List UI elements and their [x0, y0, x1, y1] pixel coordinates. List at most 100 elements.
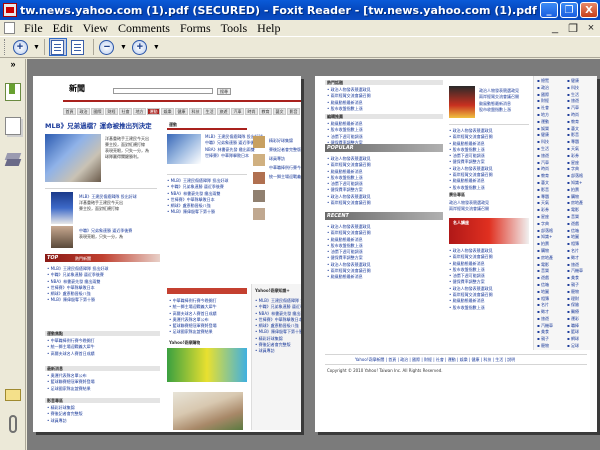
list-item: ▪ 社會	[537, 105, 549, 111]
list-item: • 統一獅主場迎戰義大犀牛	[169, 304, 217, 310]
story-text: 洋基重砲手王建民今天出	[79, 200, 123, 205]
toolbar-separator	[92, 39, 94, 55]
section-list: • 精彩好球集錦 • 賽後記者會完整版 • 球員專訪	[47, 405, 83, 424]
list-item: ▪ 教育	[567, 118, 579, 124]
list-item: ▪ 運彩	[567, 315, 579, 321]
pdf-page-1: 新聞 搜尋 首頁 政治 國際 財經 社會 地方 運動 娛樂 健康 科技 生活 旅遊 汽車 時尚 教育 藝文 影音…	[33, 76, 301, 432]
nav-tab: 運動	[147, 108, 160, 115]
menu-edit[interactable]: Edit	[48, 21, 78, 36]
copyright: Copyright © 2010 Yahoo! Taiwan Inc. All …	[327, 368, 443, 373]
list-item: • 兩岸經貿交流會議召開	[327, 93, 371, 99]
footer-rule	[325, 364, 587, 365]
doc-close-button[interactable]: ×	[582, 22, 600, 35]
center-list: • 政治人物發表競選政見 • 兩岸經貿交流會議召開 • 颱風動態最新消息 • 股市收盤…	[449, 248, 493, 311]
section-list: • 颱風動態最新消息 • 股市收盤指數上漲 • 油價下週可能調漲 • 健保費率調整方案	[327, 121, 363, 146]
comments-icon[interactable]	[5, 389, 21, 401]
list-item: 中華職棒例行賽今晚開打	[269, 165, 301, 170]
menu-comments[interactable]: Comments	[113, 21, 175, 36]
headline: MLB》兄弟過檔？運命被推出列決定	[45, 122, 152, 130]
recent-list: • 政治人物發表競選政見 • 兩岸經貿交流會議召開 • 颱風動態最新消息 • 股市收盤…	[327, 224, 371, 281]
list-item: 精彩好球集錦	[269, 138, 293, 143]
list-item: • 高爾夫球名人賽首日成績	[169, 310, 217, 316]
menu-view[interactable]: View	[78, 21, 113, 36]
bookmark-icon[interactable]	[5, 83, 21, 101]
nav-tab: 政治	[77, 108, 90, 115]
ad-title: 廣告專區	[449, 192, 465, 197]
expand-panel-button[interactable]: »	[0, 59, 26, 71]
top-news-list: • MLB》王建民傷癒歸隊 投出好球 • 中職》兄弟象連勝 逼近季後賽 • NBA》…	[47, 266, 108, 304]
list-item: ▪ 生活	[537, 145, 549, 151]
title-bar: tw.news.yahoo.com (1).pdf (SECURED) - Fo…	[0, 0, 600, 20]
list-item: • NBA》林書豪先發 繳出兩雙	[47, 278, 101, 284]
divider	[449, 124, 529, 125]
document-icon[interactable]	[4, 22, 15, 34]
zoom-dropdown[interactable]: ▼	[153, 44, 160, 51]
list-item: ▪ 旅遊	[537, 315, 549, 321]
list-item: • 中職》兄弟象連勝 逼近季後賽	[255, 304, 301, 310]
nav-tab: 汽車	[231, 108, 244, 115]
nav-tab: 健康	[175, 108, 188, 115]
list-item: ▪ 時尚	[567, 111, 579, 117]
section-title: 編輯推薦	[327, 114, 343, 119]
fit-page-button[interactable]	[69, 38, 87, 56]
list-item: ▪ 彩券	[567, 152, 579, 158]
toolbar-separator	[43, 39, 45, 55]
list-item: ▪ 徵才	[537, 309, 549, 315]
document-view[interactable]: 新聞 搜尋 首頁 政治 國際 財經 社會 地方 運動 娛樂 健康 科技 生活 旅遊 汽車 時尚 教育 藝文 影音…	[27, 59, 600, 450]
foxit-app-icon[interactable]	[3, 3, 17, 17]
list-item: ▪ 藝文	[537, 179, 549, 185]
right-nav-list: ▪ 健康 ▪ 科技 ▪ 生活 ▪ 旅遊 ▪ 汽車 ▪ 時尚 ▪ 教育 ▪ 藝文 ▪ 影音 ▪ 專題…	[567, 78, 583, 350]
list-item: ▪ 寵物	[537, 343, 549, 349]
attachment-icon[interactable]	[9, 415, 17, 433]
doc-minimize-button[interactable]: _	[546, 22, 564, 35]
zoom-out-button[interactable]: −	[98, 38, 116, 56]
list-item: • 兩岸經貿交流會議召開	[327, 162, 371, 168]
toolbar-grip[interactable]	[4, 39, 7, 55]
list-item: • 賽後記者會完整版	[47, 411, 83, 417]
zoom-in-dropdown[interactable]: ▼	[33, 44, 40, 51]
maximize-button[interactable]: ❐	[560, 2, 578, 18]
layers-icon[interactable]	[5, 151, 21, 169]
single-page-button[interactable]	[48, 38, 67, 56]
nav-tab: 社會	[119, 108, 132, 115]
list-item: ▪ 名片	[567, 247, 579, 253]
section-title: 熱門話題	[327, 80, 343, 85]
popular-list: • 政治人物發表競選政見 • 兩岸經貿交流會議召開 • 颱風動態最新消息 • 股市收盤…	[327, 156, 371, 206]
list-item: 股市收盤指數上漲	[479, 106, 511, 112]
section-title: 最新消息	[47, 366, 63, 371]
fit-page-icon	[71, 39, 85, 55]
list-item: ▪ 部落格	[567, 173, 583, 179]
list-item: • 球員專訪	[47, 417, 67, 423]
divider	[45, 188, 157, 189]
right-list: • MLB》王建民傷癒歸隊 投出好球• 中職》兄弟象連勝 逼近季後賽• NBA》…	[255, 298, 301, 355]
list-item: ▪ 信箱	[537, 281, 549, 287]
menu-file[interactable]: File	[19, 21, 48, 36]
story-link: MLB》王建民傷癒歸隊 投出好球	[79, 194, 137, 199]
list-item: ▪ 科技	[537, 139, 549, 145]
menu-tools[interactable]: Tools	[216, 21, 253, 36]
center-list: • MLB》王建民傷癒歸隊 投出好球 • 中職》兄弟象連勝 逼近季後賽 • NBA》…	[167, 178, 228, 216]
list-item: 統一獅主場迎戰義大犀牛	[269, 174, 301, 179]
list-item: ▪ 彩券	[537, 207, 549, 213]
list-item: ▪ 影音	[537, 186, 549, 192]
list-item: ▪ 運動	[537, 118, 549, 124]
story-link: 中職》兄弟象連勝 逼近季後賽	[79, 228, 133, 233]
list-item: ▪ 地方	[537, 111, 549, 117]
list-item: • 中職》兄弟象連勝 逼近季後賽	[167, 184, 224, 190]
doc-restore-button[interactable]: ❐	[564, 22, 582, 35]
magazine-cover	[449, 86, 475, 118]
pages-icon[interactable]	[5, 117, 21, 135]
zoom-in-button[interactable]: +	[11, 38, 29, 56]
nav-tab: 生活	[203, 108, 216, 115]
menu-help[interactable]: Help	[252, 21, 285, 36]
minimize-button[interactable]: _	[540, 2, 558, 18]
list-item: • MLB》陳偉殷奪下第十勝	[167, 209, 216, 215]
single-page-icon	[51, 39, 65, 55]
pdf-page-2: 熱門話題 • 政治人物發表競選政見 • 兩岸經貿交流會議召開 • 颱風動態最新消息 •…	[315, 76, 597, 432]
nav-tab: 科技	[189, 108, 202, 115]
zoom-in-button-2[interactable]: +	[131, 38, 149, 56]
list-item: ▪ 天氣	[567, 145, 579, 151]
zoom-out-dropdown[interactable]: ▼	[120, 44, 127, 51]
close-button[interactable]: X	[580, 2, 598, 18]
menu-forms[interactable]: Forms	[175, 21, 216, 36]
